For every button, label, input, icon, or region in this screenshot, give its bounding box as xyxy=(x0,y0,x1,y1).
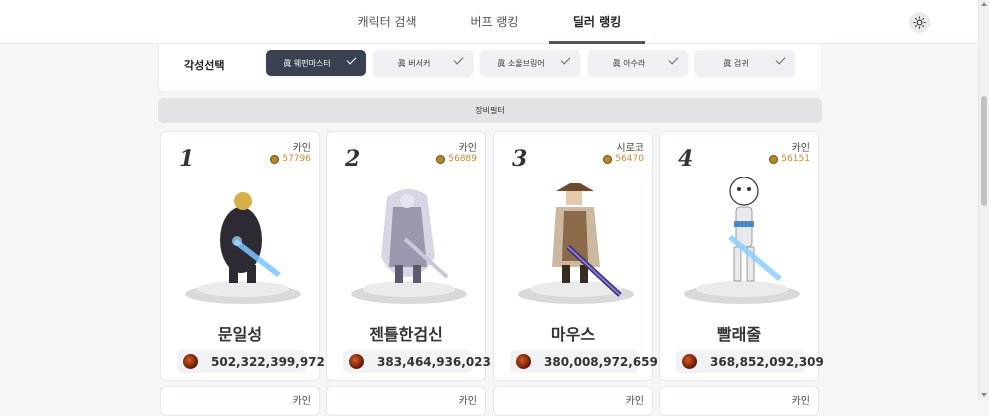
server-name: 카인 xyxy=(791,143,810,154)
check-icon xyxy=(453,54,464,65)
character-avatar-image xyxy=(684,177,800,304)
tab-buff-ranking[interactable]: 버프 랭킹 xyxy=(462,0,527,44)
character-name: 젠틀한검신 xyxy=(369,325,443,344)
sun-icon xyxy=(913,16,926,29)
fame-display: 56889 xyxy=(436,154,477,164)
damage-icon xyxy=(349,354,364,369)
chip-berserker[interactable]: 眞 버서커 xyxy=(373,50,473,76)
ranking-card[interactable]: 카인 xyxy=(326,386,486,416)
tab-dealer-ranking[interactable]: 딜러 랭킹 xyxy=(549,0,645,44)
chip-label: 眞 아수라 xyxy=(612,59,646,68)
character-avatar-image xyxy=(351,188,467,304)
check-icon xyxy=(668,54,679,65)
character-avatar-image xyxy=(518,183,634,304)
character-avatar-image xyxy=(185,192,301,304)
character-name: 마우스 xyxy=(550,325,596,344)
awakening-filter-panel: 각성선택 眞 웨펀마스터 眞 버서커 眞 소울브링어 眞 아수라 眞 검귀 xyxy=(158,44,822,92)
scroll-up-arrow-icon[interactable] xyxy=(981,2,987,6)
server-name: 시로코 xyxy=(616,143,644,154)
vertical-scrollbar[interactable] xyxy=(978,0,989,400)
ranking-card[interactable]: 카인 xyxy=(659,386,819,416)
damage-value: 380,008,972,659 xyxy=(544,355,658,369)
awakening-filter-label: 각성선택 xyxy=(184,59,225,72)
damage-icon xyxy=(682,354,697,369)
check-icon xyxy=(346,54,357,65)
scrollbar-thumb[interactable] xyxy=(981,96,987,206)
fame-display: 57796 xyxy=(270,154,311,164)
damage-display: 502,322,399,972 xyxy=(177,350,325,373)
ranking-card[interactable]: 4 카인 56151 빨래줄 368,852,092,309 xyxy=(659,131,824,381)
ranking-card[interactable]: 2 카인 56889 젠틀한검신 383,464,936,023 xyxy=(326,131,491,381)
fame-value: 56889 xyxy=(448,154,477,164)
ranking-card[interactable]: 1 카인 57796 문일성 502,322,399,972 xyxy=(160,131,325,381)
chip-weapon-master[interactable]: 眞 웨펀마스터 xyxy=(266,50,366,76)
rank-number: 2 xyxy=(345,146,361,172)
damage-display: 383,464,936,023 xyxy=(343,350,491,373)
theme-toggle-button[interactable] xyxy=(909,12,930,33)
chip-label: 眞 웨펀마스터 xyxy=(283,59,331,68)
chip-soul-bringer[interactable]: 眞 소울브링어 xyxy=(480,50,580,76)
server-name: 카인 xyxy=(292,143,311,154)
damage-display: 368,852,092,309 xyxy=(676,350,824,373)
chip-label: 眞 버서커 xyxy=(397,59,431,68)
chip-label: 眞 검귀 xyxy=(723,59,749,68)
damage-icon xyxy=(516,354,531,369)
top-nav-bar: 캐릭터 검색 버프 랭킹 딜러 랭킹 xyxy=(0,0,989,44)
fame-icon xyxy=(436,154,446,164)
server-name: 카인 xyxy=(458,143,477,154)
ranking-card[interactable]: 카인 xyxy=(493,386,653,416)
character-name: 문일성 xyxy=(217,325,263,344)
check-icon xyxy=(560,54,571,65)
damage-value: 383,464,936,023 xyxy=(377,355,491,369)
equipment-filter-button[interactable]: 장비필터 xyxy=(158,98,822,123)
rank-number: 3 xyxy=(512,146,528,172)
damage-display: 380,008,972,659 xyxy=(510,350,658,373)
ranking-card[interactable]: 카인 xyxy=(160,386,320,416)
damage-value: 502,322,399,972 xyxy=(211,355,325,369)
fame-display: 56470 xyxy=(603,154,644,164)
fame-display: 56151 xyxy=(769,154,810,164)
rank-number: 1 xyxy=(179,146,195,172)
damage-value: 368,852,092,309 xyxy=(710,355,824,369)
damage-icon xyxy=(183,354,198,369)
scroll-down-arrow-icon[interactable] xyxy=(981,393,987,397)
chip-asura[interactable]: 眞 아수라 xyxy=(588,50,688,76)
fame-icon xyxy=(270,154,280,164)
fame-icon xyxy=(769,154,779,164)
fame-value: 56151 xyxy=(781,154,810,164)
fame-value: 57796 xyxy=(282,154,311,164)
rank-number: 4 xyxy=(678,146,694,172)
ranking-card[interactable]: 3 시로코 56470 마우스 380,008,972,659 xyxy=(493,131,658,381)
chip-label: 眞 소울브링어 xyxy=(497,59,545,68)
tab-character-search[interactable]: 캐릭터 검색 xyxy=(352,0,422,44)
chip-ghost-blade[interactable]: 眞 검귀 xyxy=(695,50,795,76)
character-name: 빨래줄 xyxy=(716,325,762,344)
fame-icon xyxy=(603,154,613,164)
fame-value: 56470 xyxy=(615,154,644,164)
check-icon xyxy=(775,54,786,65)
